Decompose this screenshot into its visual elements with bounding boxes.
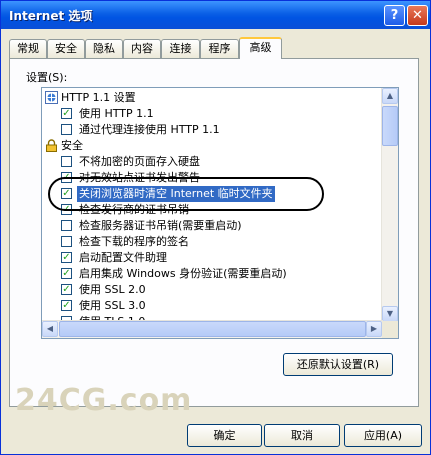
horizontal-scrollbar[interactable]: ◀ ▶ (42, 320, 383, 338)
tab-programs[interactable]: 程序 (200, 39, 239, 58)
tab-label: 程序 (208, 42, 231, 55)
tab-privacy[interactable]: 隐私 (85, 39, 123, 58)
tab-label: 常规 (17, 42, 39, 55)
checkbox-checked[interactable]: ✓ (61, 284, 72, 295)
button-label: 应用(A) (363, 429, 403, 442)
item-label: 启用集成 Windows 身份验证(需要重启动) (79, 267, 287, 280)
item-label: 启动配置文件助理 (79, 251, 167, 264)
scroll-right-button[interactable]: ▶ (366, 321, 382, 337)
internet-options-dialog: Internet 选项 ? ✕ 常规 安全 隐私 内容 连接 程序 高级 设置(… (0, 0, 431, 455)
checkbox-checked[interactable]: ✓ (61, 268, 72, 279)
item-label: 检查服务器证书吊销(需要重启动) (79, 219, 242, 232)
item-label: 检查下载的程序的签名 (79, 235, 189, 248)
checkbox-unchecked[interactable] (61, 156, 72, 167)
scroll-down-button[interactable]: ▼ (382, 306, 398, 322)
tab-advanced[interactable]: 高级 (239, 37, 282, 59)
tab-security[interactable]: 安全 (47, 39, 85, 58)
tab-label: 隐私 (93, 42, 115, 55)
button-label: 还原默认设置(R) (296, 358, 380, 371)
vertical-scroll-thumb[interactable] (382, 106, 398, 146)
checkbox-unchecked[interactable] (61, 220, 72, 231)
watermark: 24CG.com (15, 383, 193, 418)
title-bar[interactable]: Internet 选项 ? ✕ (1, 1, 430, 29)
scroll-corner (382, 321, 398, 338)
checkbox-unchecked[interactable] (61, 236, 72, 247)
checkbox-checked[interactable]: ✓ (61, 300, 72, 311)
section-label: HTTP 1.1 设置 (61, 91, 136, 104)
tab-label: 安全 (55, 42, 77, 55)
item-label: 不将加密的页面存入硬盘 (79, 155, 200, 168)
item-label: 使用 HTTP 1.1 (79, 107, 154, 120)
item-label: 通过代理连接使用 HTTP 1.1 (79, 123, 220, 136)
help-icon: ? (390, 8, 399, 23)
tab-general[interactable]: 常规 (9, 39, 47, 58)
settings-list[interactable]: HTTP 1.1 设置 ✓ 使用 HTTP 1.1 通过代理连接使用 HTTP … (41, 87, 399, 339)
tab-connections[interactable]: 连接 (161, 39, 200, 58)
checkbox-unchecked[interactable] (61, 124, 72, 135)
vertical-scrollbar[interactable]: ▲ ▼ (381, 88, 398, 322)
tab-label: 高级 (249, 41, 272, 54)
item-label: 使用 SSL 2.0 (79, 283, 146, 296)
highlight-annotation-oval (48, 177, 324, 211)
advanced-panel: 设置(S): HTTP 1.1 设置 ✓ 使用 HTTP 1.1 通过代理连接使… (9, 58, 419, 407)
tab-label: 内容 (131, 42, 153, 55)
restore-defaults-button[interactable]: 还原默认设置(R) (283, 353, 393, 376)
tab-label: 连接 (169, 42, 192, 55)
checkbox-checked[interactable]: ✓ (61, 252, 72, 263)
checkbox-checked[interactable]: ✓ (61, 108, 72, 119)
window-title: Internet 选项 (9, 9, 93, 23)
http-globe-icon (45, 91, 58, 104)
horizontal-scroll-thumb[interactable] (59, 321, 366, 337)
close-button[interactable]: ✕ (407, 5, 428, 26)
ok-button[interactable]: 确定 (187, 424, 262, 447)
close-icon: ✕ (412, 8, 423, 23)
cancel-button[interactable]: 取消 (264, 424, 340, 447)
apply-button[interactable]: 应用(A) (344, 424, 422, 447)
button-label: 取消 (291, 429, 313, 442)
lock-icon (46, 139, 57, 152)
scroll-up-button[interactable]: ▲ (382, 88, 398, 104)
section-label: 安全 (61, 139, 83, 152)
item-label: 使用 SSL 3.0 (79, 299, 146, 312)
scroll-left-button[interactable]: ◀ (42, 321, 58, 337)
button-label: 确定 (213, 429, 236, 442)
tab-content[interactable]: 内容 (123, 39, 161, 58)
settings-label: 设置(S): (26, 71, 68, 84)
help-button[interactable]: ? (384, 5, 405, 26)
